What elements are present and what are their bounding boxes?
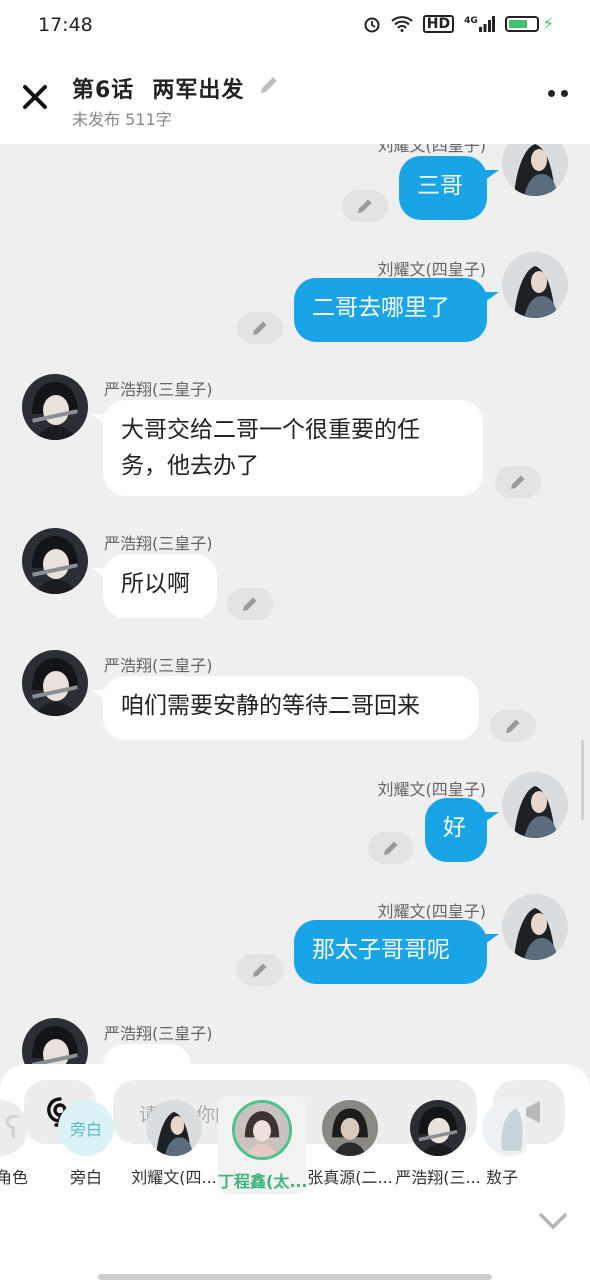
pencil-icon [511, 475, 525, 489]
role-yan[interactable]: 严浩翔(三... [394, 1100, 482, 1188]
speaker-name: 严浩翔(三皇子) [104, 380, 213, 399]
avatar-yan[interactable] [22, 650, 88, 716]
expand-roles-button[interactable] [538, 1212, 568, 1234]
role-label: 张真源(二... [307, 1168, 393, 1187]
role-label: 丁程鑫(太... [218, 1172, 306, 1191]
battery-icon [504, 15, 539, 32]
role-label: 角色 [0, 1168, 28, 1187]
chapter-status: 未发布 511字 [72, 110, 172, 129]
speaker-name: 刘耀文(四皇子) [377, 144, 487, 155]
edit-message-button[interactable] [237, 954, 283, 986]
avatar-liu[interactable] [502, 252, 568, 318]
pencil-icon [253, 321, 267, 335]
role-ao[interactable]: 敖子 [482, 1100, 526, 1188]
message-bubble[interactable]: 大哥交给二哥一个很重要的任务，他去办了 [103, 400, 483, 496]
role-ding-selected[interactable]: 丁程鑫(太... [218, 1096, 306, 1194]
message-bubble[interactable]: 好 [425, 798, 487, 862]
pencil-icon [253, 963, 267, 977]
role-add-role[interactable]: ʕ 角色 [0, 1100, 44, 1188]
role-label: 敖子 [486, 1168, 519, 1187]
more-icon [548, 90, 555, 97]
speaker-name: 严浩翔(三皇子) [104, 656, 213, 675]
role-label: 严浩翔(三... [395, 1168, 481, 1187]
role-label: 旁白 [69, 1168, 102, 1187]
role-avatar [410, 1100, 466, 1156]
message-bubble[interactable]: 咱们需要安静的等待二哥回来 [103, 676, 479, 740]
chevron-down-icon [539, 1213, 567, 1230]
avatar-yan[interactable] [22, 528, 88, 594]
edit-message-button[interactable] [342, 190, 388, 222]
episode-number: 第6话 [72, 78, 135, 103]
pencil-icon [384, 841, 398, 855]
network-label: 4G [464, 15, 478, 26]
scrollbar[interactable] [581, 740, 584, 820]
avatar-yan[interactable] [22, 1018, 88, 1064]
role-avatar [232, 1100, 292, 1160]
signal-icon: 4G [464, 15, 495, 32]
role-label: 刘耀文(四... [131, 1168, 217, 1187]
message-bubble[interactable]: 所以啊 [103, 554, 217, 618]
close-button[interactable] [22, 84, 48, 116]
status-bar: 17:48 HD 4G ⚡ [0, 0, 590, 52]
speaker-name: 严浩翔(三皇子) [104, 534, 213, 553]
avatar-liu[interactable] [502, 772, 568, 838]
message-bubble[interactable]: 那太子哥哥呢 [294, 920, 487, 984]
editor-header: 第6话 两军出发 未发布 511字 [0, 52, 590, 144]
charging-icon: ⚡ [542, 14, 554, 33]
avatar-yan[interactable] [22, 374, 88, 440]
episode-title: 两军出发 [152, 78, 245, 103]
message-bubble[interactable] [103, 1044, 191, 1064]
pencil-icon [261, 77, 277, 93]
home-indicator [98, 1274, 492, 1280]
alarm-icon [363, 15, 381, 33]
role-avatar [146, 1100, 202, 1156]
status-time: 17:48 [38, 14, 93, 36]
message-bubble[interactable]: 二哥去哪里了 [294, 278, 487, 342]
hd-icon: HD [422, 14, 455, 33]
speaker-name: 刘耀文(四皇子) [377, 260, 487, 279]
narrator-badge: 旁白 [58, 1100, 114, 1156]
speaker-name: 刘耀文(四皇子) [377, 902, 487, 921]
speaker-name: 刘耀文(四皇子) [377, 780, 487, 799]
pencil-icon [243, 597, 257, 611]
avatar-liu[interactable] [502, 894, 568, 960]
role-icon: ʕ [0, 1100, 28, 1156]
role-avatar [322, 1100, 378, 1156]
more-button[interactable] [548, 90, 568, 97]
edit-message-button[interactable] [237, 312, 283, 344]
wifi-icon [391, 15, 413, 32]
chat-list[interactable]: 刘耀文(四皇子) 三哥 刘耀文(四皇子) 二哥去哪里了 严浩翔(三皇子) 大哥交… [0, 144, 590, 1064]
edit-message-button[interactable] [495, 466, 541, 498]
status-icons: HD 4G ⚡ [363, 14, 554, 33]
close-icon [23, 85, 47, 109]
role-narrator[interactable]: 旁白 旁白 [42, 1100, 130, 1188]
avatar-liu[interactable] [502, 144, 568, 196]
pencil-icon [506, 719, 520, 733]
edit-message-button[interactable] [490, 710, 536, 742]
edit-message-button[interactable] [227, 588, 273, 620]
speaker-name: 严浩翔(三皇子) [104, 1024, 213, 1043]
pencil-icon [358, 199, 372, 213]
role-liu[interactable]: 刘耀文(四... [130, 1100, 218, 1188]
role-avatar [482, 1100, 526, 1156]
message-bubble[interactable]: 三哥 [399, 156, 487, 220]
role-selector[interactable]: ʕ 角色 旁白 旁白 刘耀文(四... 丁程鑫(太... 张真源(二... 严浩… [0, 1096, 590, 1210]
edit-title-button[interactable] [258, 74, 280, 96]
chapter-title: 第6话 两军出发 [72, 72, 262, 104]
edit-message-button[interactable] [368, 832, 414, 864]
role-zhang[interactable]: 张真源(二... [306, 1100, 394, 1188]
